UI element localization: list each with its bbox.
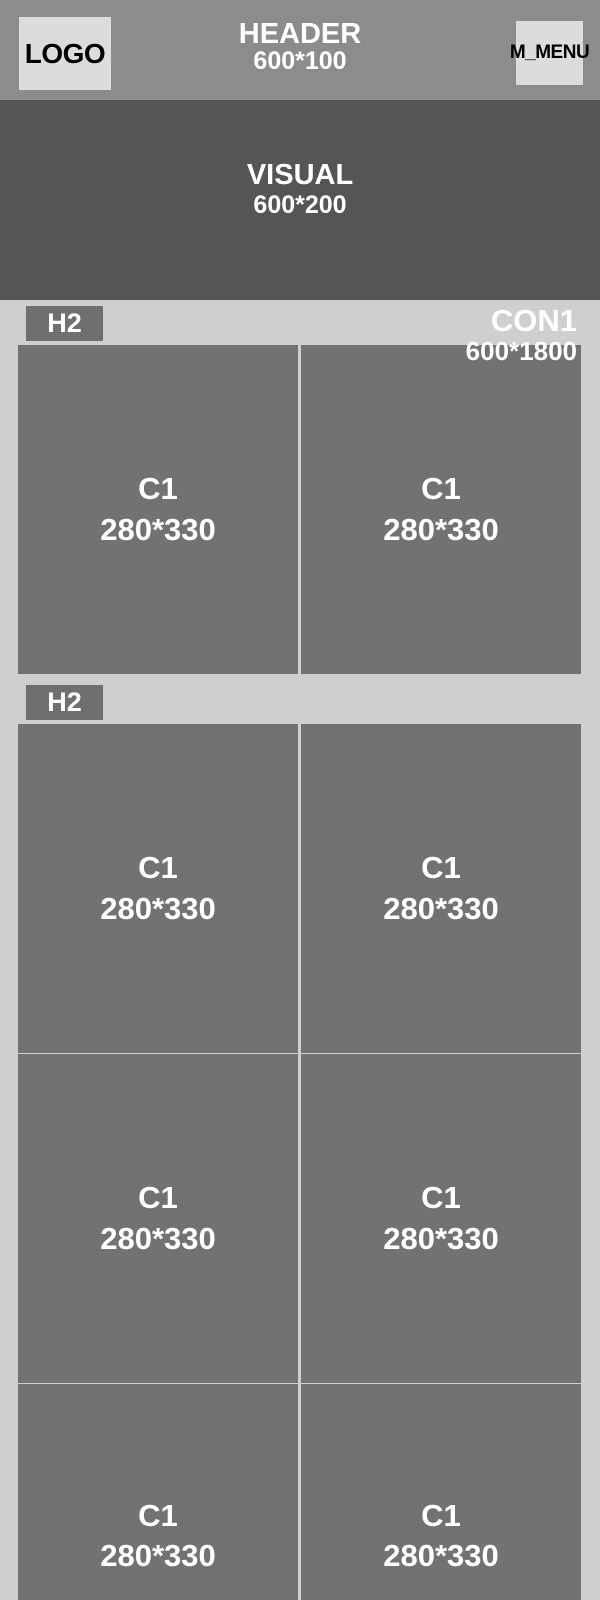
- content-card[interactable]: C1 280*330: [18, 1384, 298, 1600]
- card-size: 280*330: [100, 1220, 216, 1256]
- content-card[interactable]: C1 280*330: [301, 345, 581, 674]
- header: LOGO HEADER 600*100 M_MENU: [0, 0, 600, 100]
- card-title: C1: [138, 850, 178, 886]
- content-card[interactable]: C1 280*330: [18, 345, 298, 674]
- header-size: 600*100: [253, 47, 347, 75]
- header-title: HEADER: [238, 18, 362, 50]
- card-title: C1: [138, 1498, 178, 1533]
- content-card[interactable]: C1 280*330: [301, 1054, 581, 1383]
- card-size: 280*330: [383, 1220, 499, 1256]
- content-card[interactable]: C1 280*330: [301, 1384, 581, 1600]
- card-title: C1: [138, 1180, 178, 1216]
- header-label: HEADER 600*100: [200, 20, 400, 74]
- card-title: C1: [421, 471, 461, 507]
- section-heading: H2: [26, 306, 103, 341]
- visual-size: 600*200: [253, 190, 347, 219]
- visual-banner: VISUAL 600*200: [0, 100, 600, 300]
- content-card[interactable]: C1 280*330: [18, 724, 298, 1053]
- card-size: 280*330: [383, 890, 499, 926]
- logo[interactable]: LOGO: [19, 17, 111, 90]
- visual-label: VISUAL 600*200: [200, 159, 400, 219]
- card-title: C1: [138, 471, 178, 507]
- con1-label: CON1 600*1800: [466, 305, 577, 364]
- visual-title: VISUAL: [246, 159, 354, 191]
- card-size: 280*330: [100, 1538, 216, 1574]
- con1-title: CON1: [490, 303, 577, 338]
- content-card[interactable]: C1 280*330: [18, 1054, 298, 1383]
- card-size: 280*330: [100, 511, 216, 547]
- section-heading: H2: [26, 685, 103, 720]
- card-title: C1: [421, 1498, 461, 1533]
- content-card[interactable]: C1 280*330: [301, 724, 581, 1053]
- card-size: 280*330: [383, 1538, 499, 1574]
- card-title: C1: [421, 850, 461, 886]
- mobile-menu-button[interactable]: M_MENU: [510, 21, 590, 85]
- card-title: C1: [421, 1180, 461, 1216]
- card-size: 280*330: [100, 890, 216, 926]
- con1-size: 600*1800: [465, 336, 577, 366]
- card-size: 280*330: [383, 511, 499, 547]
